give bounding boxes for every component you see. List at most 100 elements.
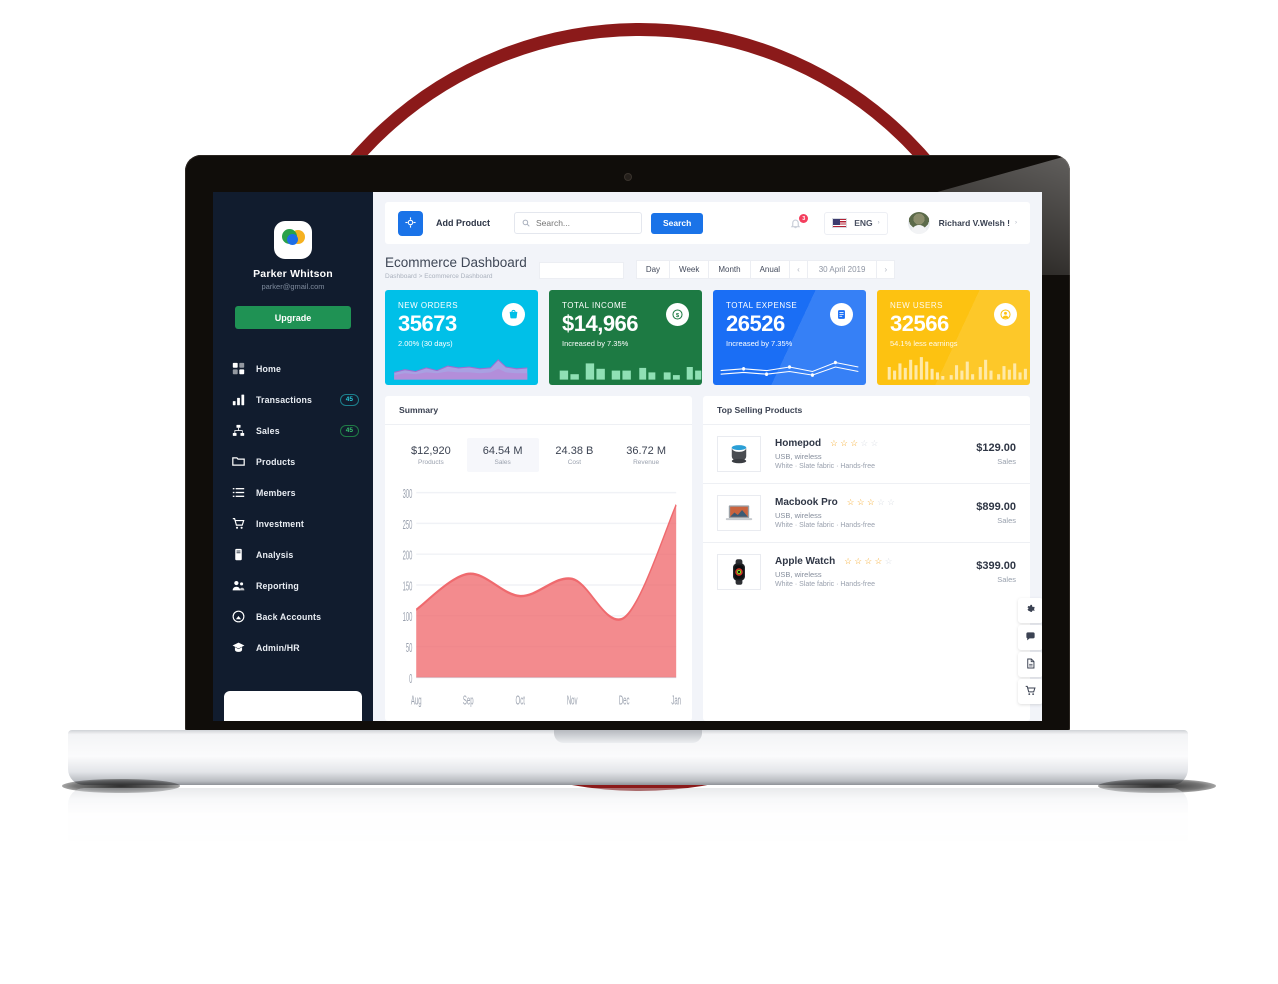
date-next-button[interactable]: › xyxy=(876,260,896,279)
page-title-block: Ecommerce Dashboard Dashboard > Ecommerc… xyxy=(385,255,527,280)
sidebar-item-back-accounts[interactable]: Back Accounts xyxy=(213,601,373,632)
sidebar-item-label: Back Accounts xyxy=(256,611,322,622)
summary-stat-sales[interactable]: 64.54 M Sales xyxy=(466,438,539,472)
range-option-month[interactable]: Month xyxy=(708,260,750,279)
summary-stat-value: 64.54 M xyxy=(482,445,523,457)
sidebar-item-label: Analysis xyxy=(256,549,294,560)
sparkline-lines xyxy=(720,360,859,377)
search-box[interactable] xyxy=(514,212,642,234)
folder-icon xyxy=(232,455,245,468)
person-icon xyxy=(994,303,1017,326)
svg-text:0: 0 xyxy=(409,673,413,687)
sparkline-bars xyxy=(559,363,702,380)
list-item[interactable]: Macbook Pro ☆ ☆ ☆ ☆ ☆ USB, wireless White · … xyxy=(703,484,1030,543)
chat-button[interactable] xyxy=(1018,625,1042,650)
summary-stat-value: $12,920 xyxy=(410,445,451,457)
search-input[interactable] xyxy=(536,218,634,228)
webcam-icon xyxy=(624,174,631,180)
product-meta-secondary: White · Slate fabric · Hands-free xyxy=(775,581,875,589)
panel-title: Top Selling Products xyxy=(717,405,803,415)
summary-stat-revenue[interactable]: 36.72 M Revenue xyxy=(610,438,682,472)
chevron-down-icon: › xyxy=(877,220,880,226)
bubbles-logo-icon[interactable] xyxy=(274,221,312,259)
basket-icon xyxy=(502,303,525,326)
sidebar-bottom-card xyxy=(224,691,362,721)
cart-button[interactable] xyxy=(1018,679,1042,704)
add-product-button[interactable] xyxy=(398,210,423,236)
summary-stat-label: Cost xyxy=(567,459,582,466)
date-prev-button[interactable]: ‹ xyxy=(789,260,807,279)
user-menu-label[interactable]: Richard V.Welsh ! xyxy=(939,218,1010,228)
document-icon xyxy=(232,548,245,561)
stat-card-new-users[interactable]: NEW USERS 32566 54.1% less earnings xyxy=(877,290,1030,385)
stat-card-total-expense[interactable]: TOTAL EXPENSE 26526 Increased by 7.35% xyxy=(713,290,866,385)
product-meta-primary: USB, wireless xyxy=(775,451,822,461)
upgrade-button[interactable]: Upgrade xyxy=(235,306,351,329)
sidebar-item-sales[interactable]: Sales 45 xyxy=(213,415,373,446)
rating-stars[interactable]: ☆ ☆ ☆ ☆ ☆ xyxy=(830,439,878,448)
product-name: Homepod xyxy=(775,437,822,449)
sidebar-item-label: Products xyxy=(256,456,296,467)
stat-card-new-orders[interactable]: NEW ORDERS 35673 2.00% (30 days) xyxy=(385,290,538,385)
product-info: Homepod ☆ ☆ ☆ ☆ ☆ USB, wireless White · Slat… xyxy=(775,438,976,471)
stat-card-total-income[interactable]: TOTAL INCOME $14,966 Increased by 7.35% … xyxy=(549,290,702,385)
sidebar-item-admin-hr[interactable]: Admin/HR xyxy=(213,632,373,663)
rating-stars[interactable]: ☆ ☆ ☆ ☆ ☆ xyxy=(847,498,895,507)
screen-content: Parker Whitson parker@gmail.com Upgrade … xyxy=(213,192,1042,721)
range-option-week[interactable]: Week xyxy=(669,260,709,279)
sparkline-area xyxy=(394,359,528,380)
settings-button[interactable] xyxy=(1018,598,1042,623)
summary-stat-cost[interactable]: 24.38 B Cost xyxy=(539,438,611,472)
product-meta-secondary: White · Slate fabric · Hands-free xyxy=(775,522,875,530)
summary-stat-label: Sales xyxy=(494,459,511,466)
sidebar-item-members[interactable]: Members xyxy=(213,477,373,508)
summary-stat-products[interactable]: $12,920 Products xyxy=(395,438,467,472)
list-item[interactable]: Apple Watch ☆ ☆ ☆ ☆ ☆ USB, wireless White · … xyxy=(703,543,1030,601)
homepod-thumb xyxy=(717,436,761,472)
page-header: Ecommerce Dashboard Dashboard > Ecommerc… xyxy=(373,244,1042,280)
cart-icon xyxy=(1025,683,1036,701)
sidebar-item-reporting[interactable]: Reporting xyxy=(213,570,373,601)
stat-sub: 2.00% (30 days) xyxy=(398,339,453,348)
list-item[interactable]: Homepod ☆ ☆ ☆ ☆ ☆ USB, wireless White · Slat… xyxy=(703,425,1030,484)
stat-cards-row: NEW ORDERS 35673 2.00% (30 days) TOTAL I… xyxy=(373,280,1042,385)
sidebar-user-name: Parker Whitson xyxy=(253,268,333,280)
star-icon: ☆ xyxy=(867,497,875,507)
notifications-button[interactable]: 3 xyxy=(790,214,809,231)
star-icon: ☆ xyxy=(870,438,879,448)
star-icon: ☆ xyxy=(854,556,862,566)
filter-input[interactable] xyxy=(538,262,624,279)
date-display[interactable]: 30 April 2019 xyxy=(806,260,877,279)
sidebar-item-investment[interactable]: Investment xyxy=(213,508,373,539)
topbar-right-cluster: 3 ENG › Richard V.Welsh ! › xyxy=(790,211,1017,235)
svg-text:50: 50 xyxy=(406,642,413,656)
summary-stat-value: 36.72 M xyxy=(626,445,666,457)
language-selector[interactable]: ENG › xyxy=(824,211,888,235)
range-option-day[interactable]: Day xyxy=(635,260,670,279)
range-option-anual[interactable]: Anual xyxy=(749,260,790,279)
chevron-down-icon[interactable]: › xyxy=(1015,220,1017,226)
star-icon: ☆ xyxy=(856,497,865,507)
sidebar-item-home[interactable]: Home xyxy=(213,353,373,384)
svg-text:Dec: Dec xyxy=(619,694,630,708)
range-selector: Day Week Month Anual ‹ 30 April 2019 › xyxy=(635,260,896,279)
file-button[interactable] xyxy=(1018,652,1042,677)
floating-toolbar xyxy=(1018,598,1042,706)
sales-node-icon xyxy=(232,424,245,437)
bar-chart-icon xyxy=(232,393,245,406)
avatar[interactable] xyxy=(907,212,930,234)
svg-text:Sep: Sep xyxy=(463,694,474,708)
star-icon: ☆ xyxy=(887,497,895,507)
sidebar-item-transactions[interactable]: Transactions 45 xyxy=(213,384,373,415)
chat-icon xyxy=(1025,629,1036,647)
sidebar-item-analysis[interactable]: Analysis xyxy=(213,539,373,570)
cart-icon xyxy=(232,517,245,530)
svg-text:300: 300 xyxy=(403,488,413,502)
search-button[interactable]: Search xyxy=(651,212,704,234)
svg-text:100: 100 xyxy=(403,611,413,625)
star-icon: ☆ xyxy=(860,438,869,448)
sidebar-item-products[interactable]: Products xyxy=(213,446,373,477)
rating-stars[interactable]: ☆ ☆ ☆ ☆ ☆ xyxy=(844,557,892,566)
stat-sub: Increased by 7.35% xyxy=(562,339,629,348)
summary-area-chart[interactable]: 0 50 100 150 200 250 300 Aug Sep Oct Nov Dec Jan xyxy=(385,472,692,721)
